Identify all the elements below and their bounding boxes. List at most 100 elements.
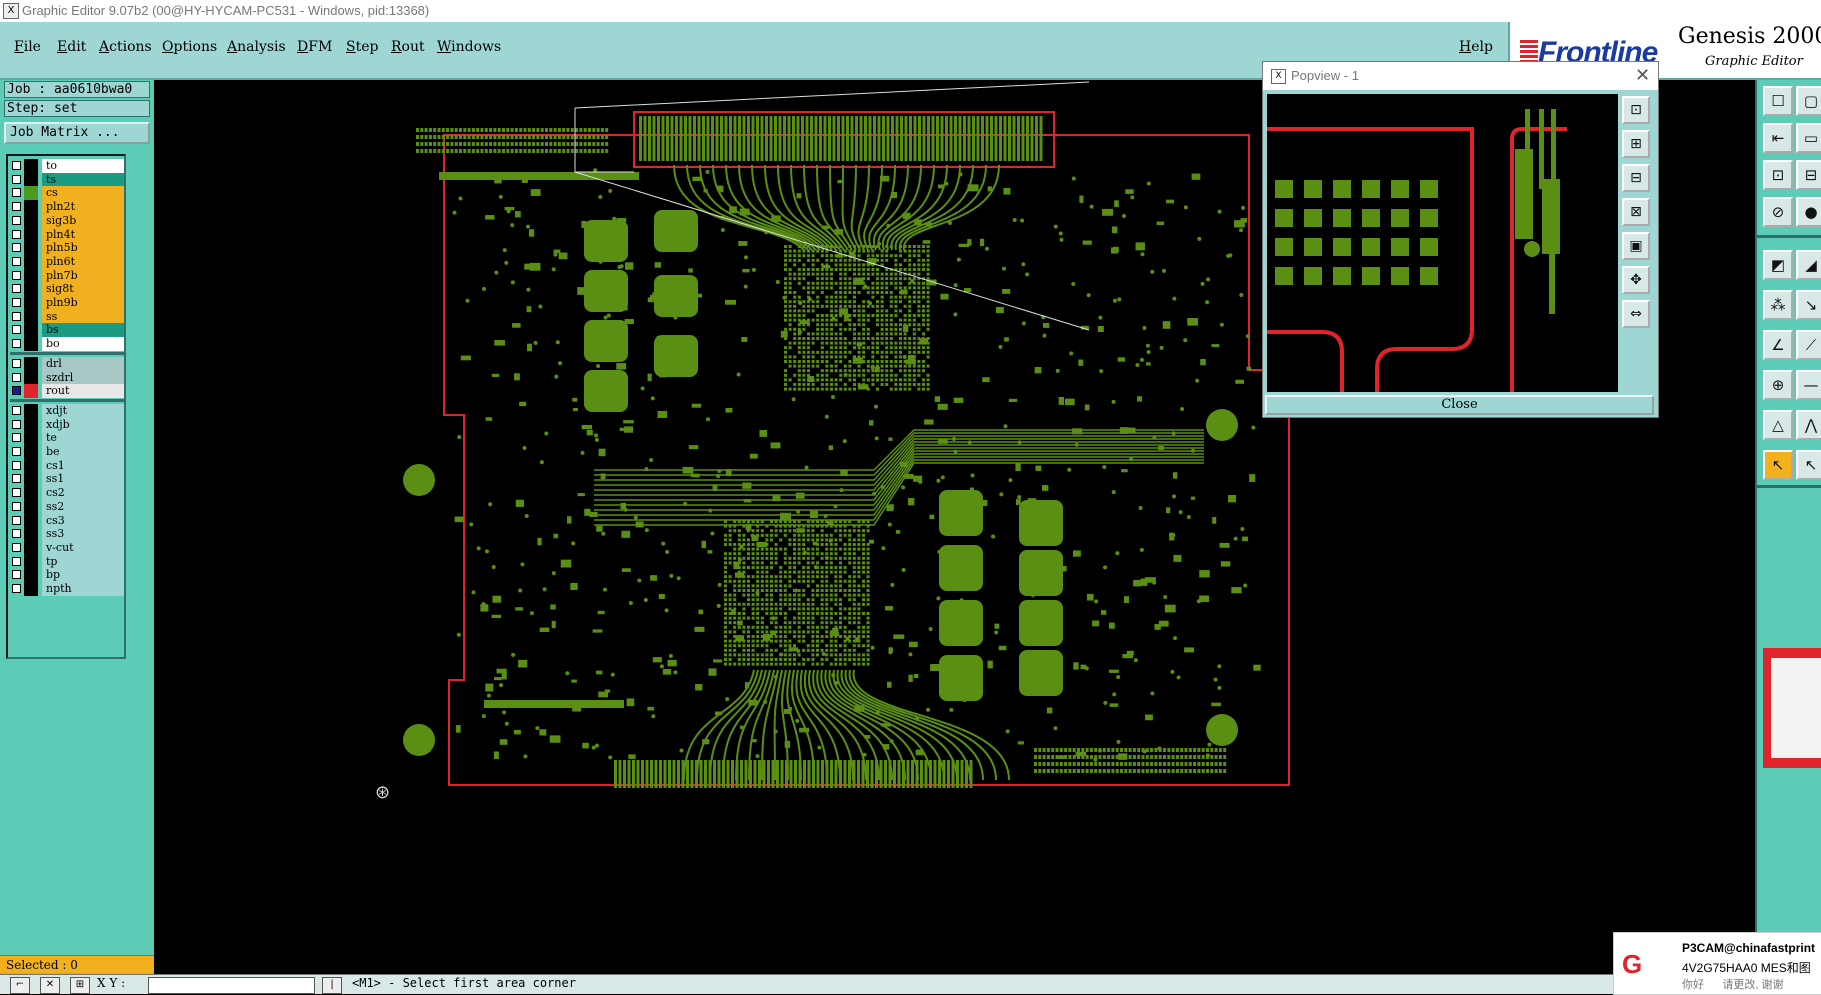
popview-title-bar[interactable]: X Popview - 1 ✕ xyxy=(1263,62,1658,90)
layer-name[interactable]: rout xyxy=(42,384,124,399)
layer-display-swatch[interactable] xyxy=(24,282,38,297)
layer-display-swatch[interactable] xyxy=(24,540,38,555)
layer-checkbox[interactable] xyxy=(12,419,21,429)
xy-input[interactable] xyxy=(148,977,315,994)
layer-row-pln5b[interactable]: pln5b xyxy=(10,241,124,256)
layer-name[interactable]: xdjt xyxy=(42,403,124,418)
layer-checkbox[interactable] xyxy=(12,311,21,321)
layer-name[interactable]: te xyxy=(42,431,124,446)
layer-name[interactable]: drl xyxy=(42,356,124,371)
layer-name[interactable]: pln9b xyxy=(42,296,124,310)
page-up-icon[interactable]: ☐ xyxy=(1763,86,1793,116)
layer-display-swatch[interactable] xyxy=(24,213,38,228)
layer-checkbox[interactable] xyxy=(12,570,21,580)
job-matrix-button[interactable]: Job Matrix ... xyxy=(4,122,150,144)
measure-icon[interactable]: ✕ xyxy=(40,977,60,994)
frame-icon[interactable]: ▢ xyxy=(1796,86,1821,116)
layer-checkbox[interactable] xyxy=(12,372,21,382)
layer-row-npth[interactable]: npth xyxy=(10,582,124,596)
layer-icon[interactable]: ⊘ xyxy=(1763,197,1793,227)
layer-checkbox[interactable] xyxy=(12,515,21,525)
step-in-icon[interactable]: ⇤ xyxy=(1763,123,1793,153)
layer-name[interactable]: szdrl xyxy=(42,370,124,385)
layer-display-swatch[interactable] xyxy=(24,582,38,596)
layer-name[interactable]: bp xyxy=(42,568,124,583)
layer-checkbox[interactable] xyxy=(12,584,21,593)
layer-display-swatch[interactable] xyxy=(24,458,38,473)
layer-row-pln9b[interactable]: pln9b xyxy=(10,296,124,310)
layer-row-bs[interactable]: bs xyxy=(10,323,124,338)
layer-row-ts[interactable]: ts xyxy=(10,172,124,187)
layer-display-swatch[interactable] xyxy=(24,370,38,385)
layer-checkbox[interactable] xyxy=(12,256,21,266)
layer-row-to[interactable]: to xyxy=(10,159,124,173)
menu-actions[interactable]: Actions xyxy=(99,39,152,55)
layer-display-swatch[interactable] xyxy=(24,268,38,283)
layer-name[interactable]: bs xyxy=(42,323,124,338)
layer-name[interactable]: tp xyxy=(42,554,124,569)
layer-checkbox[interactable] xyxy=(12,405,21,415)
measure-icon[interactable]: ◩ xyxy=(1763,250,1793,280)
menu-step[interactable]: Step xyxy=(346,39,378,55)
layer-checkbox[interactable] xyxy=(12,447,21,456)
layer-row-ss[interactable]: ss xyxy=(10,309,124,324)
layer-display-swatch[interactable] xyxy=(24,417,38,432)
layer-name[interactable]: ss3 xyxy=(42,527,124,542)
select-icon[interactable]: ↖ xyxy=(1763,450,1793,480)
layer-row-ss1[interactable]: ss1 xyxy=(10,472,124,487)
layer-name[interactable]: cs3 xyxy=(42,513,124,528)
layer-display-swatch[interactable] xyxy=(24,568,38,583)
delta-icon[interactable]: △ xyxy=(1763,410,1793,440)
layer-name[interactable]: ss1 xyxy=(42,472,124,487)
select-alt-icon[interactable]: ↖ xyxy=(1796,450,1821,480)
zoom-area-icon[interactable]: ⊠ xyxy=(1622,198,1650,226)
menu-windows[interactable]: Windows xyxy=(437,39,501,55)
layer-display-swatch[interactable] xyxy=(24,527,38,542)
layer-name[interactable]: be xyxy=(42,445,124,459)
chat-notification[interactable]: G P3CAM@chinafastprint 4V2G75HAA0 MES和图 … xyxy=(1613,932,1821,995)
close-icon[interactable]: ✕ xyxy=(1635,65,1650,86)
outline-icon[interactable]: ▭ xyxy=(1796,123,1821,153)
layer-display-swatch[interactable] xyxy=(24,296,38,310)
layer-checkbox[interactable] xyxy=(12,358,21,368)
layer-display-swatch[interactable] xyxy=(24,403,38,418)
layer-display-swatch[interactable] xyxy=(24,186,38,201)
layer-name[interactable]: pln7b xyxy=(42,268,124,283)
layer-row-pln6t[interactable]: pln6t xyxy=(10,254,124,269)
layer-display-swatch[interactable] xyxy=(24,445,38,459)
layer-row-be[interactable]: be xyxy=(10,445,124,459)
layer-row-ss3[interactable]: ss3 xyxy=(10,527,124,542)
peak-icon[interactable]: ⋀ xyxy=(1796,410,1821,440)
layer-display-swatch[interactable] xyxy=(24,499,38,514)
layer-checkbox[interactable] xyxy=(12,284,21,294)
layer-display-swatch[interactable] xyxy=(24,241,38,256)
layer-checkbox[interactable] xyxy=(12,161,21,170)
layer-checkbox[interactable] xyxy=(12,501,21,511)
zoom-out-icon[interactable]: ⊟ xyxy=(1622,164,1650,192)
grid-icon[interactable]: ⊞ xyxy=(70,977,90,994)
redraw-icon[interactable]: ⇔ xyxy=(1622,300,1650,328)
layer-row-v-cut[interactable]: v-cut xyxy=(10,540,124,555)
layer-name[interactable]: bo xyxy=(42,337,124,352)
popview-zoom-view[interactable] xyxy=(1267,94,1618,392)
layer-checkbox[interactable] xyxy=(12,243,21,253)
layer-checkbox[interactable] xyxy=(12,556,21,566)
zoom-home-icon[interactable]: ▣ xyxy=(1622,232,1650,260)
pan-icon[interactable]: ✥ xyxy=(1622,266,1650,294)
layer-row-bp[interactable]: bp xyxy=(10,568,124,583)
layer-name[interactable]: npth xyxy=(42,582,124,596)
zoom-fit-icon[interactable]: ⊡ xyxy=(1622,96,1650,124)
angle-icon[interactable]: ∠ xyxy=(1763,330,1793,360)
layer-name[interactable]: cs xyxy=(42,186,124,201)
layer-checkbox[interactable] xyxy=(12,229,21,239)
line-icon[interactable]: ⟋ xyxy=(1796,330,1821,360)
menu-rout[interactable]: Rout xyxy=(391,39,425,55)
layer-name[interactable]: ts xyxy=(42,172,124,187)
layer-row-cs[interactable]: cs xyxy=(10,186,124,201)
layer-display-swatch[interactable] xyxy=(24,554,38,569)
layer-display-swatch[interactable] xyxy=(24,227,38,242)
layer-row-bo[interactable]: bo xyxy=(10,337,124,352)
layer-row-cs3[interactable]: cs3 xyxy=(10,513,124,528)
prompt-toggle-icon[interactable]: | xyxy=(322,977,342,994)
cross-icon[interactable]: ⊕ xyxy=(1763,370,1793,400)
